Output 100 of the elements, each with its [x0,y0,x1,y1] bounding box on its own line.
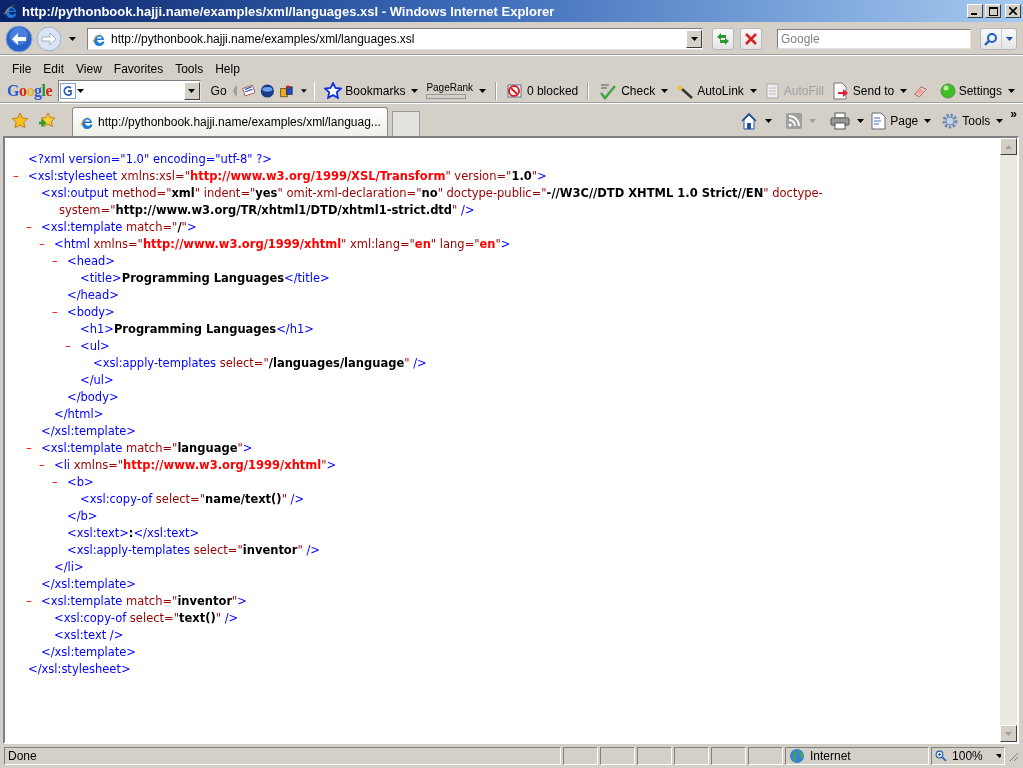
xml-line: <xsl:apply-templates select="/languages/language" /> [93,355,428,372]
status-panel [711,747,746,765]
collapse-toggle[interactable]: – [26,219,41,236]
caret-icon [690,36,698,41]
caret-icon[interactable] [411,88,419,93]
close-button[interactable] [1005,4,1021,18]
news-icon[interactable] [241,82,257,99]
feed-icon[interactable] [786,113,803,129]
xml-line: </head> [67,287,120,304]
scroll-up-button[interactable] [1000,138,1017,155]
menu-item[interactable]: Favorites [107,61,170,76]
menu-item[interactable]: View [70,61,108,76]
collapse-toggle[interactable]: – [39,457,54,474]
print-icon[interactable] [830,112,851,130]
command-button[interactable]: Page [868,112,935,130]
caret-icon[interactable] [765,119,773,123]
caret-icon[interactable] [77,88,84,93]
collapse-toggle[interactable]: – [26,593,41,610]
menu-item[interactable]: File [6,61,38,76]
favorites-star-icon[interactable] [11,112,29,130]
xml-line: <ul> [80,338,111,355]
xml-line: <xsl:template match="/"> [41,219,198,236]
home-icon[interactable] [740,112,759,130]
back-button[interactable] [5,24,33,53]
status-text: Done [4,747,561,765]
toolbar-button[interactable]: Settings [937,82,1017,99]
more-commands-button[interactable]: » [1010,107,1017,121]
dropdown-button[interactable] [183,81,200,100]
xml-line: <xsl:template match="language"> [41,440,254,457]
maximize-icon [988,6,998,16]
search-options-button[interactable] [1001,28,1016,49]
google-logo: Google [7,81,52,100]
search-field[interactable]: Google [777,28,971,49]
collapse-toggle[interactable]: – [26,440,41,457]
caret-icon[interactable] [996,119,1004,123]
xml-line: <xsl:stylesheet xmlns:xsl="http://www.w3.org/1999/XSL/Transform" version="1.0"> [28,168,548,185]
xml-line: <xsl:output method="xml" indent="yes" omit-xml-declaration="no" doctype-public="-//W3C//DTD XHTML 1.0 Strict//EN" doctype-system="http://www.w3.org/TR/xhtml1/DTD/xhtml1-strict.dtd" /> [41,185,824,219]
caret-icon[interactable] [479,88,487,93]
collapse-toggle[interactable]: – [52,474,67,491]
toolbar-button[interactable]: 0 blocked [503,82,581,99]
caret-icon[interactable] [749,88,757,93]
window-title: http://pythonbook.hajji.name/examples/xml/languages.xsl - Windows Internet Explorer [22,3,556,19]
stop-button[interactable] [740,27,762,50]
status-panel [637,747,672,765]
zoom-icon [935,748,948,764]
minimize-button[interactable] [967,4,983,18]
status-panel [563,747,598,765]
menu-item[interactable]: Tools [169,61,210,76]
address-field[interactable]: http://pythonbook.hajji.name/examples/xml/languages.xsl [87,27,703,50]
maximize-button[interactable] [985,4,1001,18]
status-light-icon [939,82,956,99]
toolbar-button[interactable]: Bookmarks [322,81,421,100]
caret-icon[interactable] [1008,88,1015,93]
address-dropdown-button[interactable] [686,29,702,48]
toolbar-button[interactable]: Send to [829,81,910,100]
zoom-control[interactable]: 100% [931,747,1005,765]
xml-line: <xsl:apply-templates select="inventor" /> [67,542,321,559]
caret-icon[interactable] [300,88,307,93]
xml-line: <?xml version="1.0" encoding="utf-8" ?> [28,151,273,168]
xml-line: </body> [67,389,120,406]
toolbar-button[interactable]: Check [596,81,671,100]
toolbar-button[interactable]: AutoLink [674,82,759,99]
toolbar-button[interactable]: PageRank [424,82,489,99]
collapse-toggle[interactable]: – [13,168,28,185]
page-icon [79,114,95,130]
scroll-down-button[interactable] [1000,725,1017,742]
send-page-icon [831,81,850,100]
xml-line: <xsl:copy-of select="text()" /> [54,610,240,627]
collapse-toggle[interactable]: – [52,304,67,321]
form-icon [764,82,781,99]
collapse-toggle[interactable]: – [52,253,67,270]
caret-icon[interactable] [900,88,908,93]
caret-icon[interactable] [924,119,932,123]
collapse-toggle[interactable]: – [39,236,54,253]
pagerank-bar [426,93,467,99]
xml-line: <xsl:template match="inventor"> [41,593,248,610]
google-search-field[interactable] [58,79,201,102]
menu-item[interactable]: Help [209,61,246,76]
command-button[interactable]: Tools [938,112,1007,130]
earth-icon[interactable] [260,81,275,100]
caret-icon[interactable] [69,36,76,41]
xml-line: </html> [54,406,105,423]
collapse-toggle[interactable]: – [65,338,80,355]
xml-line: </xsl:template> [41,423,137,440]
refresh-button[interactable] [712,27,734,50]
xml-line: <li xmlns="http://www.w3.org/1999/xhtml"> [54,457,338,474]
caret-icon [188,88,196,93]
status-panel [674,747,709,765]
caret-icon[interactable] [661,88,669,93]
xml-line: <title>Programming Languages</title> [80,270,331,287]
xml-line: <xsl:text /> [54,627,125,644]
star-icon [324,81,343,100]
xml-line: <h1>Programming Languages</h1> [80,321,315,338]
go-button[interactable]: Go [208,83,229,98]
resize-grip-icon[interactable] [1007,750,1019,762]
xml-line: </li> [54,559,85,576]
caret-icon[interactable] [857,119,865,123]
xml-line: </b> [67,508,99,525]
browser-tab[interactable]: http://pythonbook.hajji.name/examples/xml/languag... [72,107,388,136]
menu-item[interactable]: Edit [37,61,71,76]
